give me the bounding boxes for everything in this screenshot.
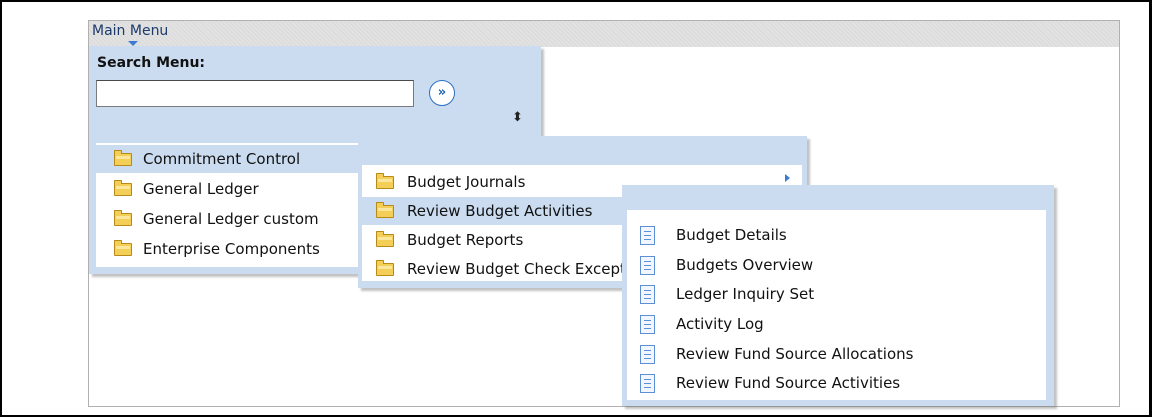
menu-level-3-list: Budget Details Budgets Overview Ledger I… (627, 210, 1046, 400)
menu-item-label: Review Fund Source Activities (676, 374, 901, 392)
menu-item-activity-log[interactable]: Activity Log (627, 310, 1046, 338)
menu-item-enterprise-components[interactable]: Enterprise Components (96, 235, 358, 263)
folder-icon (376, 231, 394, 247)
document-icon (640, 315, 655, 334)
top-menu-bar (89, 21, 1119, 47)
menu-item-label: Budgets Overview (676, 256, 814, 274)
submenu-arrow-icon (785, 174, 790, 182)
sort-menu-icon[interactable]: ⬍ (512, 108, 523, 128)
menu-item-ledger-inquiry-set[interactable]: Ledger Inquiry Set (627, 280, 1046, 308)
document-icon (640, 285, 655, 304)
menu-item-label: Budget Reports (407, 231, 524, 249)
folder-icon (114, 240, 132, 256)
document-icon (640, 374, 655, 393)
folder-icon (376, 202, 394, 218)
main-menu-link[interactable]: Main Menu (92, 23, 168, 39)
folder-icon (114, 180, 132, 196)
search-menu-label: Search Menu: (97, 55, 206, 71)
menu-item-label: General Ledger custom (143, 210, 319, 228)
folder-icon (376, 173, 394, 189)
search-menu-input[interactable] (96, 80, 414, 107)
menu-item-budgets-overview[interactable]: Budgets Overview (627, 251, 1046, 279)
folder-icon (114, 210, 132, 226)
menu-item-commitment-control[interactable]: Commitment Control (96, 145, 358, 173)
menu-item-general-ledger[interactable]: General Ledger (96, 175, 358, 203)
menu-item-label: Activity Log (676, 315, 764, 333)
menu-item-review-fund-source-activities[interactable]: Review Fund Source Activities (627, 369, 1046, 397)
search-go-icon[interactable]: » (429, 80, 455, 106)
folder-icon (376, 260, 394, 276)
menu-item-budget-details[interactable]: Budget Details (627, 221, 1046, 249)
folder-icon (114, 150, 132, 166)
menu-item-general-ledger-custom[interactable]: General Ledger custom (96, 205, 358, 233)
menu-item-review-fund-source-allocations[interactable]: Review Fund Source Allocations (627, 340, 1046, 368)
menu-level-1-list: Commitment Control General Ledger Genera… (96, 143, 358, 267)
menu-item-label: Review Budget Check Exceptions (407, 260, 657, 278)
menu-item-label: Review Fund Source Allocations (676, 345, 914, 363)
menu-item-label: Review Budget Activities (407, 202, 593, 220)
menu-item-label: General Ledger (143, 180, 259, 198)
menu-item-label: Commitment Control (143, 150, 301, 168)
menu-item-label: Budget Journals (407, 173, 526, 191)
document-icon (640, 256, 655, 275)
document-icon (640, 345, 655, 364)
menu-item-label: Ledger Inquiry Set (676, 285, 815, 303)
document-icon (640, 226, 655, 245)
menu-item-label: Enterprise Components (143, 240, 320, 258)
menu-item-label: Budget Details (676, 226, 787, 244)
